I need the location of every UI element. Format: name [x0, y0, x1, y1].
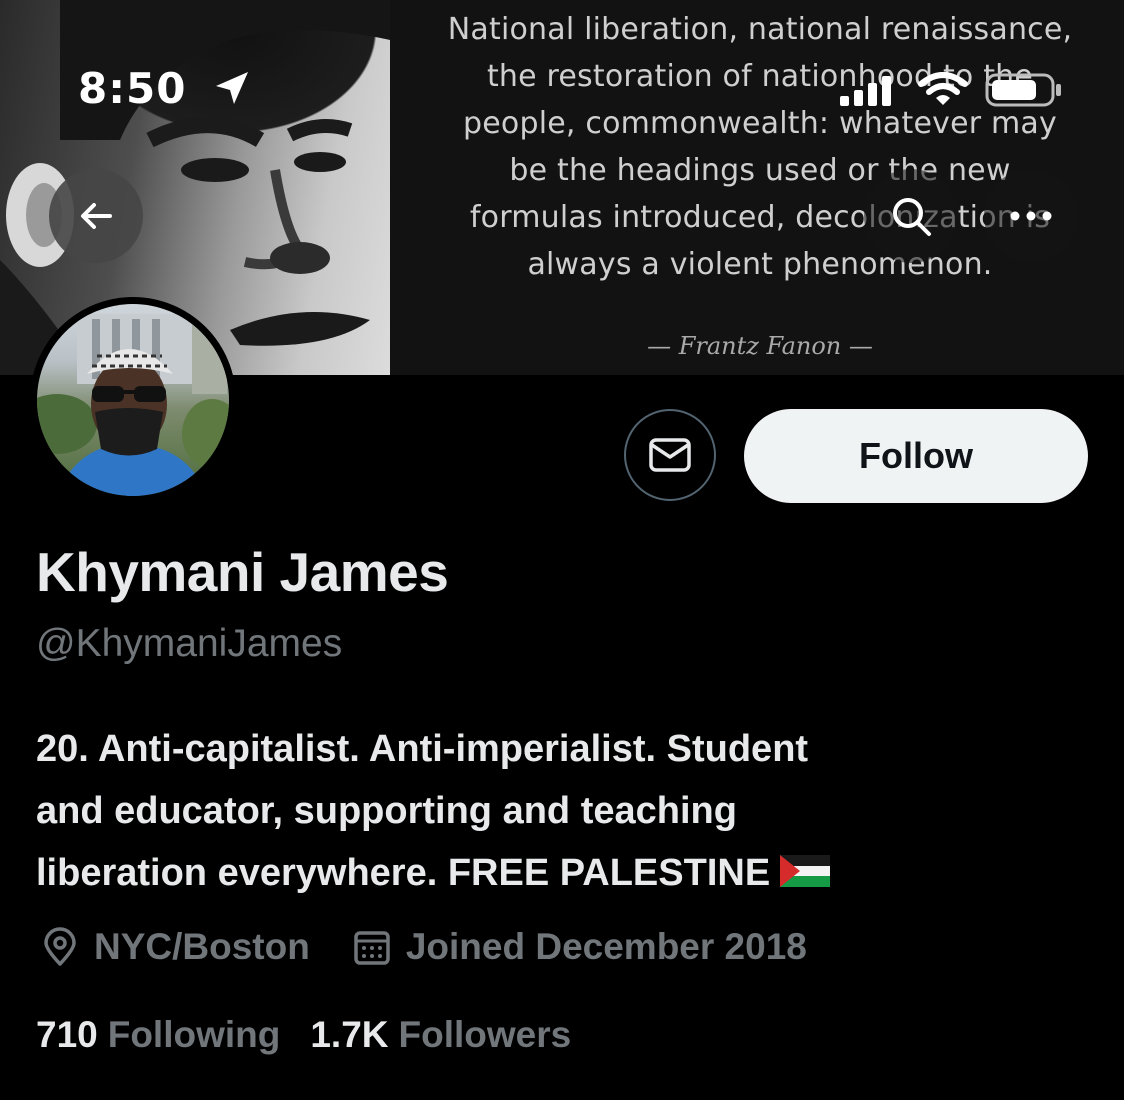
profile-bio: 20. Anti-capitalist. Anti-imperialist. S… — [36, 718, 1096, 904]
palestine-flag-icon — [780, 854, 831, 887]
bio-line-text: liberation everywhere. FREE PALESTINE — [36, 852, 771, 894]
following-stat[interactable]: 710 Following — [36, 1014, 280, 1056]
more-icon — [1010, 211, 1052, 221]
follow-button[interactable]: Follow — [744, 409, 1088, 503]
bio-line: 20. Anti-capitalist. Anti-imperialist. S… — [36, 728, 809, 770]
location-pin-icon — [44, 927, 76, 966]
calendar-icon — [354, 931, 390, 965]
location-text: NYC/Boston — [94, 926, 310, 967]
back-button[interactable] — [49, 169, 143, 263]
profile-stats: 710 Following 1.7K Followers — [36, 1014, 571, 1056]
battery-icon — [985, 73, 1061, 107]
bio-line-with-flag: liberation everywhere. FREE PALESTINE — [36, 842, 1096, 904]
avatar[interactable] — [30, 297, 236, 503]
quote-line: National liberation, national renaissanc… — [447, 12, 1073, 47]
wifi-icon — [918, 72, 968, 105]
status-time: 8:50 — [78, 64, 187, 113]
message-button[interactable] — [624, 409, 716, 501]
avatar-image — [37, 304, 229, 496]
profile-meta: NYC/Boston Joined December 2018 — [40, 926, 807, 968]
profile-handle: @KhymaniJames — [36, 622, 343, 665]
followers-count: 1.7K — [310, 1014, 389, 1055]
location: NYC/Boston — [40, 926, 310, 968]
quote-author: — Frantz Fanon — — [647, 332, 873, 360]
search-button[interactable] — [864, 169, 958, 263]
cellular-signal-icon — [840, 76, 891, 106]
more-button[interactable] — [984, 169, 1078, 263]
followers-stat[interactable]: 1.7K Followers — [310, 1014, 571, 1056]
join-date-text: Joined December 2018 — [405, 926, 807, 967]
back-arrow-icon — [81, 203, 112, 229]
followers-label: Followers — [398, 1014, 572, 1055]
search-icon — [893, 198, 931, 236]
profile-name: Khymani James — [36, 541, 449, 603]
bio-line: and educator, supporting and teaching — [36, 790, 737, 832]
following-label: Following — [107, 1014, 281, 1055]
join-date: Joined December 2018 — [352, 926, 807, 968]
mail-icon — [649, 438, 691, 472]
following-count: 710 — [36, 1014, 98, 1055]
location-arrow-icon — [216, 72, 248, 104]
